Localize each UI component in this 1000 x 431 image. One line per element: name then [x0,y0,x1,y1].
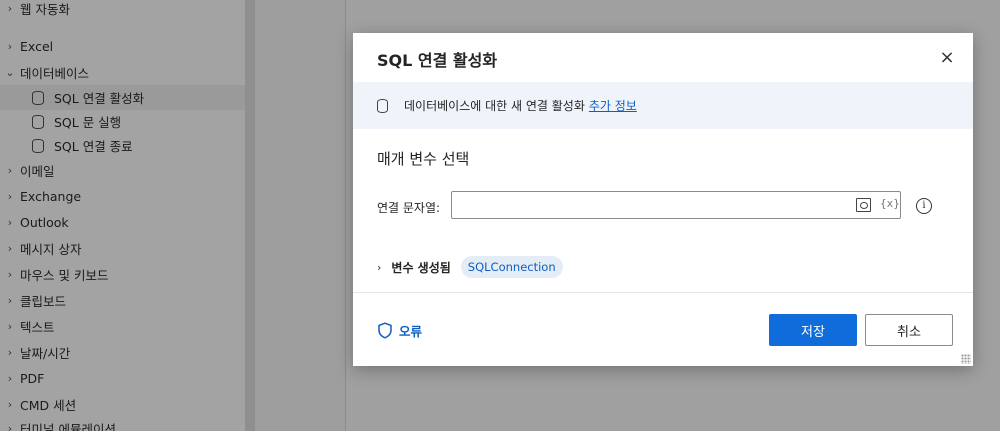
tree-group-label: Excel [20,39,54,54]
variables-produced-label: 변수 생성됨 [391,260,451,275]
cancel-button[interactable]: 취소 [865,314,953,346]
chevron-down-icon: ⌄ [5,66,15,79]
tree-group-label: 클립보드 [20,294,67,309]
tree-group-cmd-session[interactable]: › CMD 세션 [0,392,245,417]
variables-produced-toggle[interactable]: › 변수 생성됨 SQLConnection [377,255,563,279]
tree-item-sql-open-connection[interactable]: SQL 연결 활성화 [0,85,245,110]
connection-string-field[interactable]: {x} [451,191,901,219]
connection-string-input[interactable] [452,192,842,218]
chevron-right-icon: › [7,2,13,15]
tree-group-label: 마우스 및 키보드 [20,268,109,283]
sql-open-connection-dialog: SQL 연결 활성화 × 데이터베이스에 대한 새 연결 활성화 추가 정보 매… [353,33,973,366]
chevron-right-icon: › [7,190,13,203]
chevron-right-icon: › [7,164,13,177]
chevron-right-icon: › [7,216,13,229]
chevron-right-icon: › [7,242,13,255]
tree-group-label: 날짜/시간 [20,346,71,361]
tree-item-label: SQL 문 실행 [54,115,122,130]
resize-grip[interactable] [961,354,971,364]
section-title: 매개 변수 선택 [377,150,470,168]
chevron-right-icon: › [7,268,13,281]
info-banner: 데이터베이스에 대한 새 연결 활성화 추가 정보 [353,82,973,129]
tree-group-label: Exchange [20,189,82,204]
info-circle-icon[interactable]: i [916,198,932,214]
subflow-pane [255,0,346,431]
tree-group-label: PDF [20,371,45,386]
variable-icon[interactable]: {x} [880,197,900,210]
database-icon [377,98,388,113]
sidebar-scrollbar[interactable] [245,0,255,431]
save-button[interactable]: 저장 [769,314,857,346]
tree-item-sql-close-connection[interactable]: SQL 연결 종료 [0,133,245,158]
tree-group-label: 데이터베이스 [20,66,90,81]
actions-sidebar: › 웹 자동화 › Excel ⌄ 데이터베이스 SQL 연결 활성화 SQL … [0,0,245,431]
tree-group-terminal-emulation[interactable]: › 터미널 에뮬레이션 [0,416,245,431]
tree-group-exchange[interactable]: › Exchange [0,184,245,209]
tree-group-database[interactable]: ⌄ 데이터베이스 [0,60,245,85]
info-text: 데이터베이스에 대한 새 연결 활성화 [404,99,585,113]
chevron-right-icon: › [7,320,13,333]
tree-item-sql-execute[interactable]: SQL 문 실행 [0,109,245,134]
chevron-right-icon: › [7,372,13,385]
more-info-link[interactable]: 추가 정보 [589,97,637,114]
tree-group-web-automation[interactable]: › 웹 자동화 [0,0,245,21]
database-icon [32,114,44,129]
on-error-label: 오류 [399,324,423,339]
chevron-right-icon: › [7,346,13,359]
close-icon[interactable]: × [935,47,959,71]
tree-group-label: 터미널 에뮬레이션 [20,422,116,431]
chevron-right-icon: › [7,40,13,53]
database-icon [32,90,44,105]
tree-group-text[interactable]: › 텍스트 [0,314,245,339]
tree-group-email[interactable]: › 이메일 [0,158,245,183]
tree-group-datetime[interactable]: › 날짜/시간 [0,340,245,365]
tree-group-label: 텍스트 [20,320,55,335]
tree-item-label: SQL 연결 종료 [54,139,133,154]
tree-group-outlook[interactable]: › Outlook [0,210,245,235]
chevron-right-icon: › [7,398,13,411]
on-error-button[interactable]: 오류 [377,321,422,340]
connection-builder-icon[interactable] [856,198,871,212]
chevron-right-icon: › [7,422,13,431]
tree-group-message-boxes[interactable]: › 메시지 상자 [0,236,245,261]
database-icon [32,138,44,153]
chevron-right-icon: › [7,294,13,307]
tree-group-label: 웹 자동화 [20,2,70,17]
tree-group-label: CMD 세션 [20,398,77,413]
tree-group-clipboard[interactable]: › 클립보드 [0,288,245,313]
tree-item-label: SQL 연결 활성화 [54,91,145,106]
chevron-right-icon: › [377,260,382,274]
tree-group-label: 이메일 [20,164,55,179]
divider [353,292,973,293]
dialog-title: SQL 연결 활성화 [377,51,498,70]
shield-icon [378,322,392,339]
tree-group-label: 메시지 상자 [20,242,82,257]
connection-string-label: 연결 문자열: [377,201,441,215]
variable-chip[interactable]: SQLConnection [460,256,563,278]
tree-group-label: Outlook [20,215,69,230]
tree-group-excel[interactable]: › Excel [0,34,245,59]
tree-group-mouse-keyboard[interactable]: › 마우스 및 키보드 [0,262,245,287]
tree-group-pdf[interactable]: › PDF [0,366,245,391]
